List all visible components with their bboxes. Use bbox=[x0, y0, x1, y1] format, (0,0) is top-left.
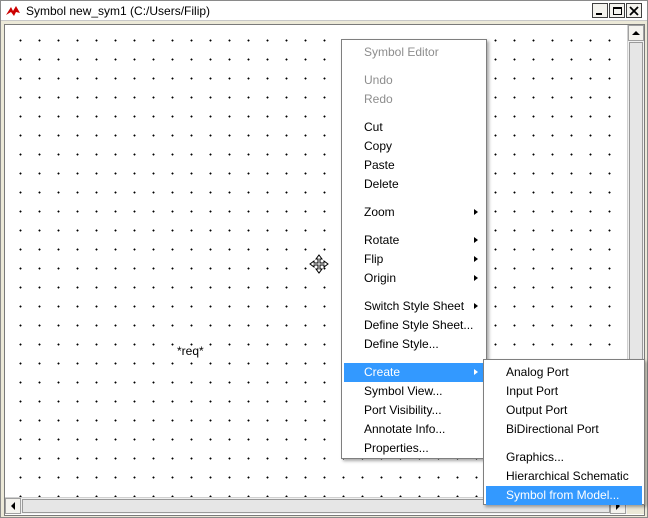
menu-item-switch-style-sheet[interactable]: Switch Style Sheet bbox=[344, 297, 484, 316]
menu-item-flip[interactable]: Flip bbox=[344, 250, 484, 269]
menu-separator bbox=[364, 357, 482, 358]
menu-item-properties[interactable]: Properties... bbox=[344, 439, 484, 458]
menu-item-cut[interactable]: Cut bbox=[344, 118, 484, 137]
submenu-item-analog-port[interactable]: Analog Port bbox=[486, 363, 642, 382]
scroll-left-button[interactable] bbox=[5, 498, 21, 514]
title-bar[interactable]: Symbol new_sym1 (C:/Users/Filip) bbox=[1, 1, 647, 21]
close-button[interactable] bbox=[626, 3, 642, 18]
menu-item-delete[interactable]: Delete bbox=[344, 175, 484, 194]
submenu-item-hierarchical-schematic[interactable]: Hierarchical Schematic bbox=[486, 467, 642, 486]
submenu-item-input-port[interactable]: Input Port bbox=[486, 382, 642, 401]
maximize-button[interactable] bbox=[609, 3, 625, 18]
submenu-item-symbol-from-model[interactable]: Symbol from Model... bbox=[486, 486, 642, 505]
menu-item-undo: Undo bbox=[364, 73, 393, 87]
menu-item-label: Zoom bbox=[364, 205, 395, 219]
menu-separator bbox=[364, 197, 482, 198]
menu-item-label: Rotate bbox=[364, 233, 400, 247]
menu-item-define-style[interactable]: Define Style... bbox=[344, 335, 484, 354]
menu-item-redo: Redo bbox=[364, 92, 393, 106]
menu-item-rotate[interactable]: Rotate bbox=[344, 231, 484, 250]
menu-separator bbox=[364, 225, 482, 226]
menu-item-label: Create bbox=[364, 365, 401, 379]
menu-item-copy[interactable]: Copy bbox=[344, 137, 484, 156]
scroll-up-icon bbox=[632, 31, 640, 35]
menu-item-paste[interactable]: Paste bbox=[344, 156, 484, 175]
menu-item-symbol-view[interactable]: Symbol View... bbox=[344, 382, 484, 401]
create-submenu: Analog Port Input Port Output Port BiDir… bbox=[483, 359, 645, 505]
req-text-label[interactable]: *req* bbox=[177, 344, 204, 358]
menu-header-symbol-editor: Symbol Editor bbox=[364, 45, 439, 59]
close-icon bbox=[629, 6, 639, 16]
symbol-editor-window: Symbol new_sym1 (C:/Users/Filip) *req* S… bbox=[0, 0, 648, 518]
menu-item-annotate-info[interactable]: Annotate Info... bbox=[344, 420, 484, 439]
menu-separator bbox=[506, 442, 640, 443]
submenu-item-bidirectional-port[interactable]: BiDirectional Port bbox=[486, 420, 642, 439]
window-title: Symbol new_sym1 (C:/Users/Filip) bbox=[26, 4, 211, 18]
submenu-item-graphics[interactable]: Graphics... bbox=[486, 448, 642, 467]
submenu-arrow-icon bbox=[474, 209, 478, 215]
minimize-button[interactable] bbox=[592, 3, 608, 18]
minimize-icon bbox=[596, 13, 602, 15]
maximize-icon bbox=[613, 7, 622, 15]
menu-item-define-style-sheet[interactable]: Define Style Sheet... bbox=[344, 316, 484, 335]
scroll-up-button[interactable] bbox=[628, 25, 644, 41]
submenu-arrow-icon bbox=[474, 237, 478, 243]
menu-item-label: Switch Style Sheet bbox=[364, 299, 465, 313]
context-menu: Symbol Editor Undo Redo Cut Copy Paste D… bbox=[341, 39, 487, 459]
submenu-arrow-icon bbox=[474, 369, 478, 375]
submenu-arrow-icon bbox=[474, 303, 478, 309]
move-cursor-icon bbox=[309, 254, 329, 274]
app-icon bbox=[6, 6, 20, 16]
menu-item-label: Flip bbox=[364, 252, 384, 266]
menu-item-port-visibility[interactable]: Port Visibility... bbox=[344, 401, 484, 420]
scroll-left-icon bbox=[11, 502, 15, 510]
menu-item-zoom[interactable]: Zoom bbox=[344, 203, 484, 222]
menu-separator bbox=[364, 291, 482, 292]
submenu-arrow-icon bbox=[474, 256, 478, 262]
menu-separator bbox=[364, 65, 482, 66]
menu-separator bbox=[364, 112, 482, 113]
menu-item-origin[interactable]: Origin bbox=[344, 269, 484, 288]
menu-item-label: Origin bbox=[364, 271, 397, 285]
menu-item-create[interactable]: Create bbox=[344, 363, 484, 382]
submenu-item-output-port[interactable]: Output Port bbox=[486, 401, 642, 420]
submenu-arrow-icon bbox=[474, 275, 478, 281]
